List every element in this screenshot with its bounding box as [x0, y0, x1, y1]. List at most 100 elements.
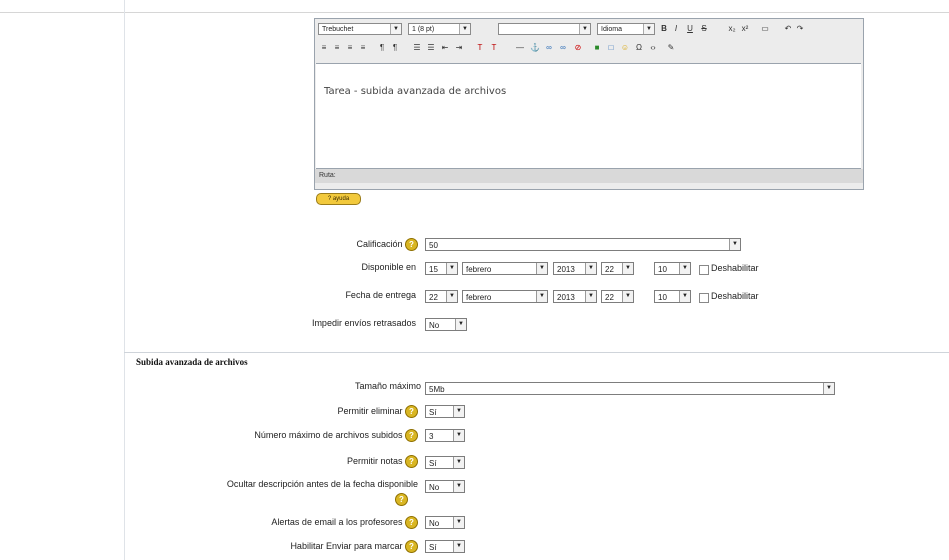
underline-icon[interactable]: U	[684, 23, 696, 35]
strikethrough-icon[interactable]: S	[698, 23, 710, 35]
help-icon[interactable]: ?	[405, 540, 418, 553]
help-icon[interactable]: ?	[405, 516, 418, 529]
ltr-icon[interactable]: ¶	[376, 42, 388, 54]
table-icon[interactable]: □	[605, 42, 617, 54]
italic-icon[interactable]: I	[670, 23, 682, 35]
chevron-down-icon: ▼	[453, 541, 464, 552]
align-left-icon[interactable]: ≡	[318, 42, 330, 54]
section-divider	[124, 352, 949, 353]
rtl-icon[interactable]: ¶	[389, 42, 401, 54]
available-month-value: febrero	[466, 265, 492, 274]
chevron-down-icon: ▼	[459, 24, 470, 34]
chevron-down-icon: ▼	[446, 291, 457, 302]
chevron-down-icon: ▼	[643, 24, 654, 34]
due-month-value: febrero	[466, 293, 492, 302]
available-year-select[interactable]: 2013 ▼	[553, 262, 597, 275]
due-month-select[interactable]: febrero ▼	[462, 290, 548, 303]
font-size-select[interactable]: 1 (8 pt) ▼	[408, 23, 471, 35]
due-year-select[interactable]: 2013 ▼	[553, 290, 597, 303]
help-icon[interactable]: ?	[405, 455, 418, 468]
hr-icon[interactable]: —	[514, 42, 526, 54]
due-year-value: 2013	[557, 293, 575, 302]
email-alerts-select[interactable]: No ▼	[425, 516, 465, 529]
grading-value: 50	[429, 241, 438, 250]
grading-label: Calificación	[356, 238, 403, 249]
help-icon[interactable]: ?	[405, 429, 418, 442]
available-hour-select[interactable]: 22 ▼	[601, 262, 634, 275]
available-month-select[interactable]: febrero ▼	[462, 262, 548, 275]
special-char-icon[interactable]: Ω	[633, 42, 645, 54]
editor-content-text: Tarea - subida avanzada de archivos	[324, 86, 507, 97]
chevron-down-icon: ▼	[453, 517, 464, 528]
help-icon[interactable]: ?	[405, 405, 418, 418]
available-disable-checkbox[interactable]	[699, 265, 709, 275]
hide-desc-select[interactable]: No ▼	[425, 480, 465, 493]
chevron-down-icon: ▼	[585, 291, 596, 302]
bold-icon[interactable]: B	[658, 23, 670, 35]
allow-delete-label: Permitir eliminar	[337, 405, 403, 416]
image-icon[interactable]: ■	[591, 42, 603, 54]
redo-icon[interactable]: ↷	[794, 23, 806, 35]
help-icon[interactable]: ?	[405, 238, 418, 251]
max-size-value: 5Mb	[429, 385, 445, 394]
help-button[interactable]: ? ayuda	[316, 193, 361, 205]
chevron-down-icon: ▼	[579, 24, 590, 34]
enable-send-row: Habilitar Enviar para marcar ?	[290, 540, 418, 553]
chevron-down-icon: ▼	[453, 406, 464, 417]
grading-select[interactable]: 50 ▼	[425, 238, 741, 251]
anchor-icon[interactable]: ⚓	[529, 42, 541, 54]
due-disable-checkbox[interactable]	[699, 293, 709, 303]
allow-notes-select[interactable]: Sí ▼	[425, 456, 465, 469]
unordered-list-icon[interactable]: ☰	[425, 42, 437, 54]
subscript-icon[interactable]: x₂	[726, 23, 738, 35]
font-family-select[interactable]: Trebuchet ▼	[318, 23, 402, 35]
help-icon[interactable]: ?	[395, 493, 408, 506]
due-minute-select[interactable]: 10 ▼	[654, 290, 691, 303]
max-files-label: Número máximo de archivos subidos	[254, 429, 403, 440]
allow-delete-select[interactable]: Sí ▼	[425, 405, 465, 418]
max-files-select[interactable]: 3 ▼	[425, 429, 465, 442]
max-size-select[interactable]: 5Mb ▼	[425, 382, 835, 395]
prevent-late-value: No	[429, 321, 440, 330]
available-hour-value: 22	[605, 265, 614, 274]
editor-content-area[interactable]: Tarea - subida avanzada de archivos	[316, 63, 861, 169]
align-center-icon[interactable]: ≡	[331, 42, 343, 54]
chevron-down-icon: ▼	[622, 291, 633, 302]
rich-text-editor: Trebuchet ▼ 1 (8 pt) ▼ ▼ Idioma ▼ B I U …	[314, 18, 864, 190]
source-icon[interactable]: ‹›	[647, 42, 659, 54]
prevent-late-select[interactable]: No ▼	[425, 318, 467, 331]
available-disable-label: Deshabilitar	[711, 263, 759, 273]
justify-icon[interactable]: ≡	[357, 42, 369, 54]
text-color-icon[interactable]: T	[474, 42, 486, 54]
paste-icon[interactable]: ▭	[759, 23, 771, 35]
background-color-icon[interactable]: T	[488, 42, 500, 54]
due-day-select[interactable]: 22 ▼	[425, 290, 458, 303]
indent-icon[interactable]: ⇥	[453, 42, 465, 54]
format-select[interactable]: ▼	[498, 23, 591, 35]
font-family-value: Trebuchet	[322, 26, 354, 33]
due-hour-select[interactable]: 22 ▼	[601, 290, 634, 303]
nolink-icon[interactable]: ⊘	[572, 42, 584, 54]
chevron-down-icon: ▼	[446, 263, 457, 274]
chevron-down-icon: ▼	[536, 263, 547, 274]
available-year-value: 2013	[557, 265, 575, 274]
language-value: Idioma	[601, 26, 623, 33]
smiley-icon[interactable]: ☺	[619, 42, 631, 54]
email-alerts-value: No	[429, 519, 440, 528]
unlink-icon[interactable]: ∞	[557, 42, 569, 54]
undo-icon[interactable]: ↶	[782, 23, 794, 35]
available-from-label: Disponible en	[361, 262, 416, 272]
outdent-icon[interactable]: ⇤	[439, 42, 451, 54]
top-divider	[0, 12, 949, 13]
align-right-icon[interactable]: ≡	[344, 42, 356, 54]
enable-send-select[interactable]: Sí ▼	[425, 540, 465, 553]
spellcheck-icon[interactable]: ✎	[665, 42, 677, 54]
superscript-icon[interactable]: x²	[739, 23, 751, 35]
link-icon[interactable]: ∞	[543, 42, 555, 54]
toolbar-row-1: Trebuchet ▼ 1 (8 pt) ▼ ▼ Idioma ▼ B I U …	[315, 21, 863, 38]
available-minute-select[interactable]: 10 ▼	[654, 262, 691, 275]
ordered-list-icon[interactable]: ☰	[411, 42, 423, 54]
due-disable-label: Deshabilitar	[711, 291, 759, 301]
language-select[interactable]: Idioma ▼	[597, 23, 655, 35]
available-day-select[interactable]: 15 ▼	[425, 262, 458, 275]
